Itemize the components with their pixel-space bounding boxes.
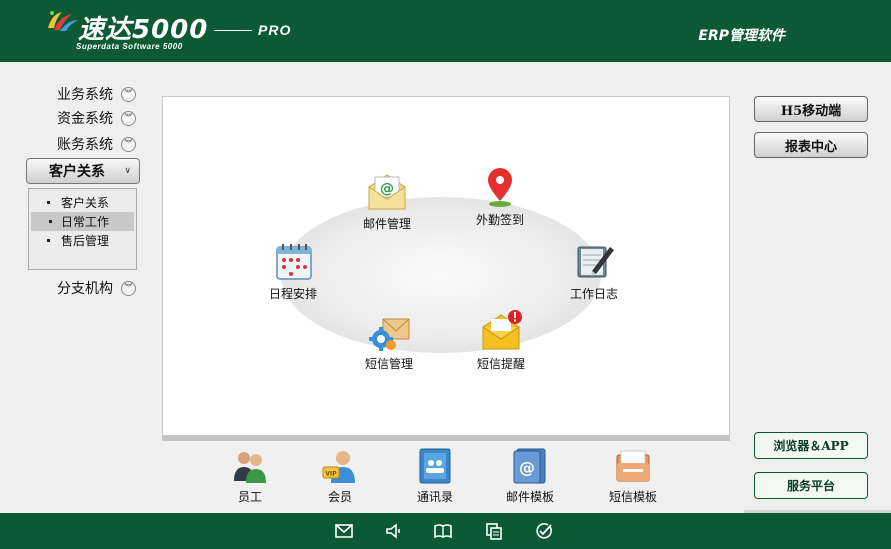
speaker-icon[interactable] — [384, 522, 404, 540]
chevron-down-icon: ︾ — [121, 86, 136, 102]
svg-text:VIP: VIP — [325, 471, 337, 478]
sms-gear-icon — [369, 318, 410, 351]
members-button[interactable]: VIP 会员 — [305, 447, 375, 505]
map-pin-icon — [488, 168, 512, 207]
submenu-item-label: 客户关系 — [61, 196, 110, 210]
employees-button[interactable]: 员工 — [215, 447, 285, 505]
nav-item-label: 分支机构 — [57, 281, 113, 297]
submenu-item-after-sales[interactable]: 售后管理 — [29, 231, 136, 250]
brand-title: 速达5000 — [78, 15, 209, 45]
nav-item-crm[interactable]: 客户关系 ∨ — [26, 158, 140, 184]
app-footer — [0, 513, 891, 549]
address-book-button[interactable]: 通讯录 — [400, 447, 470, 505]
field-checkin-button[interactable]: 外勤签到 — [460, 165, 540, 228]
employees-icon — [234, 452, 266, 483]
function-label: 短信模板 — [608, 490, 657, 504]
nav-item-business[interactable]: 业务系统 ︾ — [36, 83, 136, 105]
service-platform-button[interactable]: 服务平台 — [754, 472, 868, 499]
function-label: 外勤签到 — [475, 213, 524, 227]
svg-text:@: @ — [380, 181, 394, 197]
submenu-item-daily-work[interactable]: 日常工作 — [31, 212, 134, 231]
email-template-icon: @ — [513, 448, 546, 484]
sms-template-button[interactable]: 短信模板 — [598, 447, 668, 505]
function-label: 员工 — [237, 490, 262, 504]
function-label: 短信提醒 — [476, 357, 525, 371]
mail-icon[interactable] — [334, 522, 354, 540]
sms-reminder-button[interactable]: 短信提醒 — [461, 309, 541, 372]
app-header: 速达5000 Superdata Software 5000 PRO ERP管理… — [0, 0, 891, 62]
email-envelope-icon: @ — [368, 174, 406, 210]
brand-subtitle: Superdata Software 5000 — [76, 42, 183, 51]
chevron-down-icon: ︾ — [121, 136, 136, 152]
schedule-button[interactable]: 日程安排 — [253, 239, 333, 302]
nav-item-label: 客户关系 — [49, 164, 105, 180]
notebook-pen-icon — [577, 246, 614, 278]
chevron-down-icon: ︾ — [121, 110, 136, 126]
calendar-icon — [276, 244, 312, 280]
edition-label: PRO — [258, 22, 292, 38]
crm-submenu: 客户关系 日常工作 售后管理 — [28, 188, 137, 270]
nav-item-accounting[interactable]: 账务系统 ︾ — [36, 133, 136, 155]
email-management-button[interactable]: @ 邮件管理 — [347, 169, 427, 232]
sms-template-icon — [616, 450, 650, 482]
main-panel: @ 邮件管理 外勤签到 日程安排 工作日志 短信管理 短信提醒 — [162, 96, 730, 436]
submenu-item-customer-relations[interactable]: 客户关系 — [29, 193, 136, 212]
h5-mobile-button[interactable]: H5移动端 — [754, 96, 868, 122]
logo-icon — [48, 11, 78, 31]
nav-item-funds[interactable]: 资金系统 ︾ — [36, 107, 136, 129]
brand-divider — [214, 30, 252, 31]
sms-management-button[interactable]: 短信管理 — [349, 309, 429, 372]
function-label: 日程安排 — [268, 287, 317, 301]
function-label: 邮件模板 — [505, 490, 554, 504]
nav-item-label: 业务系统 — [57, 87, 113, 103]
quick-functions-bar: 员工 VIP 会员 通讯录 @ 邮件模板 短信模板 — [162, 441, 730, 513]
check-circle-icon[interactable] — [534, 522, 554, 540]
chevron-down-icon: ︾ — [121, 280, 136, 296]
copy-icon[interactable] — [484, 522, 504, 540]
book-icon[interactable] — [433, 522, 453, 540]
submenu-item-label: 售后管理 — [61, 234, 110, 248]
product-name: ERP管理软件 — [698, 28, 785, 44]
function-label: 短信管理 — [364, 357, 413, 371]
function-label: 邮件管理 — [362, 217, 411, 231]
nav-item-label: 资金系统 — [57, 111, 113, 127]
browser-app-button[interactable]: 浏览器＆APP — [754, 432, 868, 459]
address-book-icon — [419, 448, 451, 484]
email-template-button[interactable]: @ 邮件模板 — [495, 447, 565, 505]
vip-member-icon: VIP — [322, 451, 355, 483]
svg-text:@: @ — [519, 458, 535, 477]
sms-alert-icon — [482, 310, 522, 350]
function-label: 会员 — [327, 490, 352, 504]
nav-item-branches[interactable]: 分支机构 ︾ — [36, 277, 136, 299]
double-chevron-down-icon: ∨ — [124, 166, 131, 176]
nav-item-label: 账务系统 — [57, 137, 113, 153]
function-label: 通讯录 — [416, 490, 453, 504]
report-center-button[interactable]: 报表中心 — [754, 132, 868, 158]
work-log-button[interactable]: 工作日志 — [554, 239, 634, 302]
submenu-item-label: 日常工作 — [61, 215, 110, 229]
function-label: 工作日志 — [569, 287, 618, 301]
